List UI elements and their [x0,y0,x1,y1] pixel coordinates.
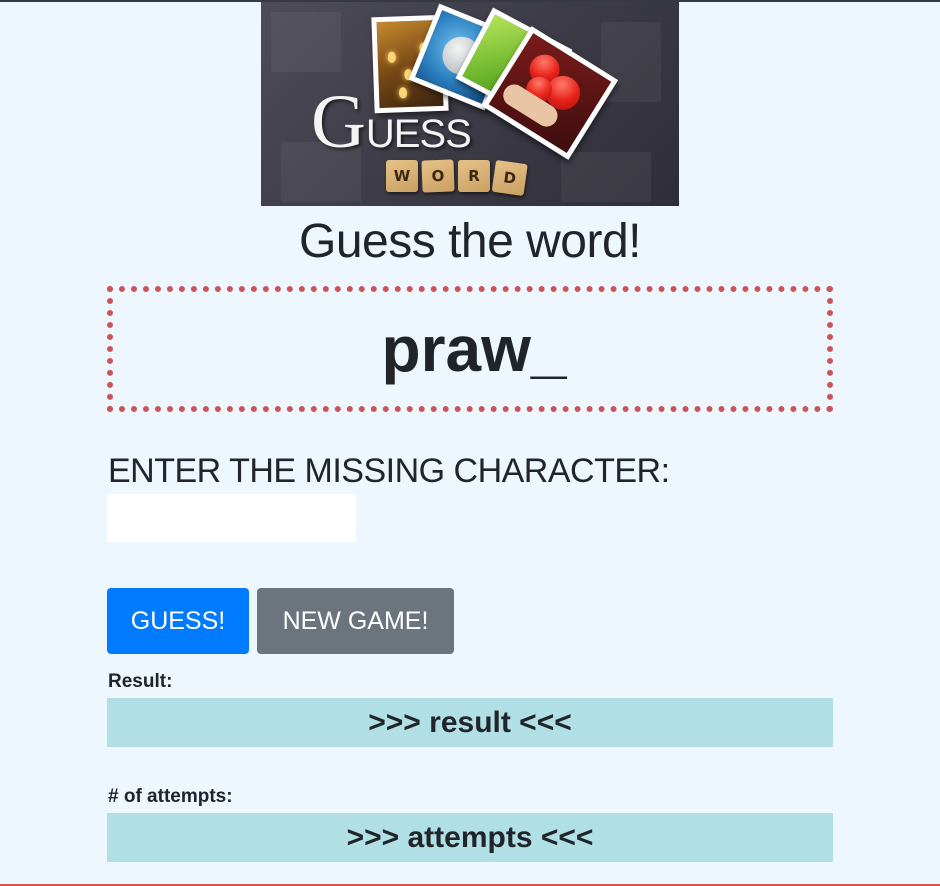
attempts-display: >>> attempts <<< [107,813,833,862]
missing-character-label: ENTER THE MISSING CHARACTER: [108,452,670,490]
logo-word-tiles: W O R D [386,159,528,197]
logo-guess-text: GUESS [311,80,472,164]
puzzle-word: praw_ [381,313,567,385]
missing-character-input[interactable] [107,494,356,542]
new-game-button[interactable]: NEW GAME! [257,588,454,654]
puzzle-word-box: praw_ [107,286,833,412]
result-display: >>> result <<< [107,698,833,747]
page-title: Guess the word! [299,215,642,268]
result-label: Result: [108,671,173,692]
letter-tile: W [386,160,418,192]
letter-tile: D [491,159,528,197]
letter-tile: R [458,160,490,192]
letter-tile: O [421,159,455,193]
guess-word-logo: GUESS W O R D [261,2,679,206]
attempts-label: # of attempts: [108,786,233,807]
guess-button[interactable]: GUESS! [107,588,249,654]
